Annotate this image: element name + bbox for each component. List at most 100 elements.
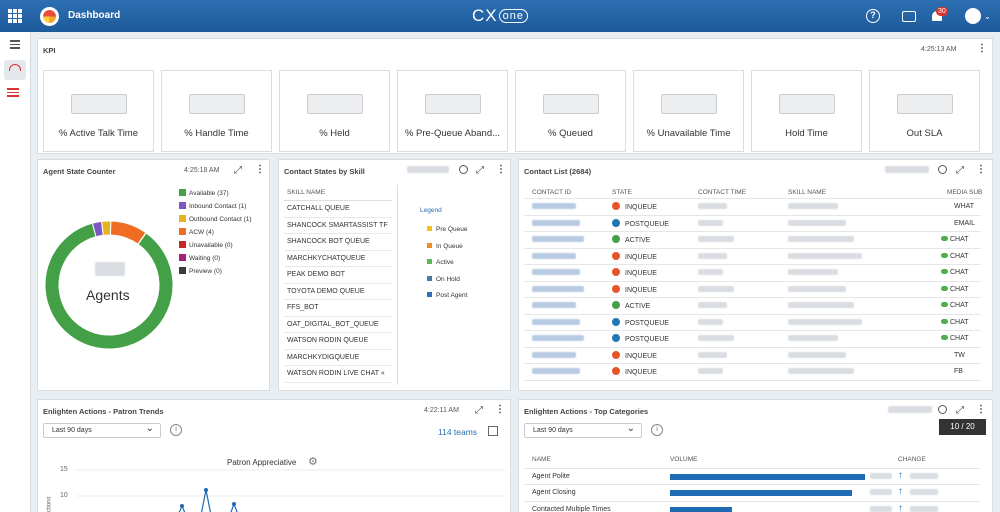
contact-id-hidden[interactable] — [532, 285, 584, 294]
col-media-sub[interactable]: MEDIA SUB — [947, 189, 982, 196]
table-row[interactable]: INQUEUE WHAT — [524, 199, 981, 216]
table-row[interactable]: INQUEUE CHAT — [524, 249, 981, 265]
skill-row[interactable]: MARCHKYCHATQUEUE — [284, 251, 392, 267]
contact-id-hidden[interactable] — [532, 335, 584, 343]
date-range-dropdown[interactable]: Last 90 days — [524, 423, 642, 438]
table-row[interactable]: Agent Polite ↑ — [524, 469, 980, 485]
expand-icon[interactable]: ⤢ — [956, 405, 964, 416]
contact-id-hidden[interactable] — [532, 203, 576, 211]
table-row[interactable]: Agent Closing ↑ — [524, 485, 980, 502]
contact-id-hidden[interactable] — [532, 302, 576, 310]
contact-id-hidden[interactable] — [532, 368, 580, 376]
legend-swatch — [179, 254, 186, 261]
search-icon[interactable] — [459, 165, 468, 174]
donut-slice[interactable] — [109, 220, 147, 245]
skill-row[interactable]: PEAK DEMO BOT — [284, 267, 392, 284]
skill-name-hidden — [788, 285, 846, 294]
contact-list-time[interactable] — [885, 166, 929, 175]
gear-icon[interactable]: ⚙ — [308, 455, 318, 468]
contact-id-hidden[interactable] — [532, 351, 576, 360]
kpi-card[interactable]: % Queued — [515, 70, 626, 152]
table-row[interactable]: POSTQUEUE CHAT — [524, 331, 981, 348]
kpi-card[interactable]: % Pre-Queue Aband... — [397, 70, 508, 152]
contact-list-more-icon[interactable]: ⋮ — [976, 164, 986, 175]
col-skill-name[interactable]: SKILL NAME — [788, 189, 826, 196]
kpi-card[interactable]: % Active Talk Time — [43, 70, 154, 152]
dashboard-icon[interactable] — [4, 60, 26, 80]
table-row[interactable]: POSTQUEUE EMAIL — [524, 216, 981, 232]
contact-id-hidden[interactable] — [532, 236, 584, 244]
table-row[interactable]: INQUEUE CHAT — [524, 282, 981, 298]
skill-row[interactable]: SHANCOCK SMARTASSIST TF — [284, 218, 392, 234]
kpi-card[interactable]: % Held — [279, 70, 390, 152]
patron-trends-time[interactable]: 4:22:11 AM — [424, 407, 459, 414]
expand-icon[interactable]: ⤢ — [956, 165, 964, 176]
state-label: POSTQUEUE — [625, 336, 669, 343]
table-row[interactable]: INQUEUE TW — [524, 348, 981, 364]
skill-row[interactable]: MARCHKYDIGQUEUE — [284, 350, 392, 366]
donut-slice[interactable] — [101, 220, 112, 236]
search-icon[interactable] — [938, 165, 947, 174]
table-row[interactable]: ACTIVE CHAT — [524, 298, 981, 315]
chevron-down-icon[interactable]: ⌄ — [984, 12, 991, 21]
col-contact-time[interactable]: CONTACT TIME — [698, 189, 746, 196]
kpi-card[interactable]: % Unavailable Time — [633, 70, 744, 152]
top-categories-time[interactable] — [888, 406, 932, 415]
agent-state-time[interactable]: 4:25:18 AM — [184, 167, 219, 174]
table-row[interactable]: INQUEUE FB — [524, 364, 981, 381]
skill-row[interactable]: WATSON RODIN LIVE CHAT « — [284, 366, 392, 383]
teams-link[interactable]: 114 teams — [438, 427, 477, 437]
col-volume[interactable]: VOLUME — [670, 456, 697, 463]
search-icon[interactable] — [938, 405, 947, 414]
kpi-value-hidden — [189, 94, 245, 114]
kpi-more-icon[interactable]: ⋮ — [977, 43, 987, 54]
contact-id-hidden[interactable] — [532, 219, 580, 228]
kpi-card[interactable]: Out SLA — [869, 70, 980, 152]
contact-id-hidden[interactable] — [532, 252, 576, 261]
menu-icon[interactable] — [4, 35, 26, 55]
kpi-card[interactable]: Hold Time — [751, 70, 862, 152]
arrow-up-icon: ↑ — [898, 486, 903, 497]
table-row[interactable]: INQUEUE CHAT — [524, 265, 981, 282]
help-icon[interactable]: ? — [866, 9, 880, 23]
kpi-card[interactable]: % Handle Time — [161, 70, 272, 152]
table-row[interactable]: POSTQUEUE CHAT — [524, 315, 981, 331]
info-icon[interactable]: i — [170, 424, 182, 436]
col-name[interactable]: NAME — [532, 456, 551, 463]
skill-row[interactable]: SHANCOCK BOT QUEUE — [284, 234, 392, 251]
skill-legend: Legend Pre Queue In Queue Active On Hold Pos… — [397, 185, 500, 385]
external-link-icon[interactable] — [488, 426, 498, 436]
kpi-label: % Active Talk Time — [58, 128, 139, 139]
avatar[interactable] — [965, 8, 981, 24]
skill-row[interactable]: WATSON RODIN QUEUE — [284, 333, 392, 350]
expand-icon[interactable]: ⤢ — [476, 165, 484, 176]
app-launcher-icon[interactable] — [8, 9, 22, 23]
col-contact-id[interactable]: CONTACT ID — [532, 189, 571, 196]
top-categories-more-icon[interactable]: ⋮ — [976, 404, 986, 415]
expand-icon[interactable]: ⤢ — [234, 165, 242, 176]
skill-row[interactable]: FFS_BOT — [284, 300, 392, 317]
list-icon[interactable] — [4, 86, 26, 106]
kpi-refresh-time[interactable]: 4:25:13 AM — [921, 46, 956, 53]
trend-line-chart — [76, 469, 506, 512]
info-icon[interactable]: i — [651, 424, 663, 436]
skill-row[interactable]: TOYOTA DEMO QUEUE — [284, 284, 392, 300]
contact-id-hidden[interactable] — [532, 269, 580, 277]
table-row[interactable]: Contacted Multiple Times ↑ — [524, 502, 980, 512]
table-row[interactable]: ACTIVE CHAT — [524, 232, 981, 249]
skill-row[interactable]: OAT_DIGITAL_BOT_QUEUE — [284, 317, 392, 333]
agent-state-more-icon[interactable]: ⋮ — [255, 164, 265, 175]
skill-row[interactable]: CATCHALL QUEUE — [284, 201, 392, 218]
date-range-dropdown[interactable]: Last 90 days — [43, 423, 161, 438]
col-change[interactable]: CHANGE — [898, 456, 926, 463]
contact-id-hidden[interactable] — [532, 318, 580, 327]
skill-column-header[interactable]: SKILL NAME — [284, 185, 392, 201]
state-cell: POSTQUEUE — [612, 218, 669, 228]
monitor-icon[interactable] — [902, 11, 916, 22]
brand-logo: CX one — [472, 6, 528, 26]
expand-icon[interactable]: ⤢ — [475, 405, 483, 416]
col-state[interactable]: STATE — [612, 189, 632, 196]
skill-states-more-icon[interactable]: ⋮ — [496, 164, 506, 175]
skill-states-time[interactable] — [407, 166, 449, 175]
patron-trends-more-icon[interactable]: ⋮ — [495, 404, 505, 415]
